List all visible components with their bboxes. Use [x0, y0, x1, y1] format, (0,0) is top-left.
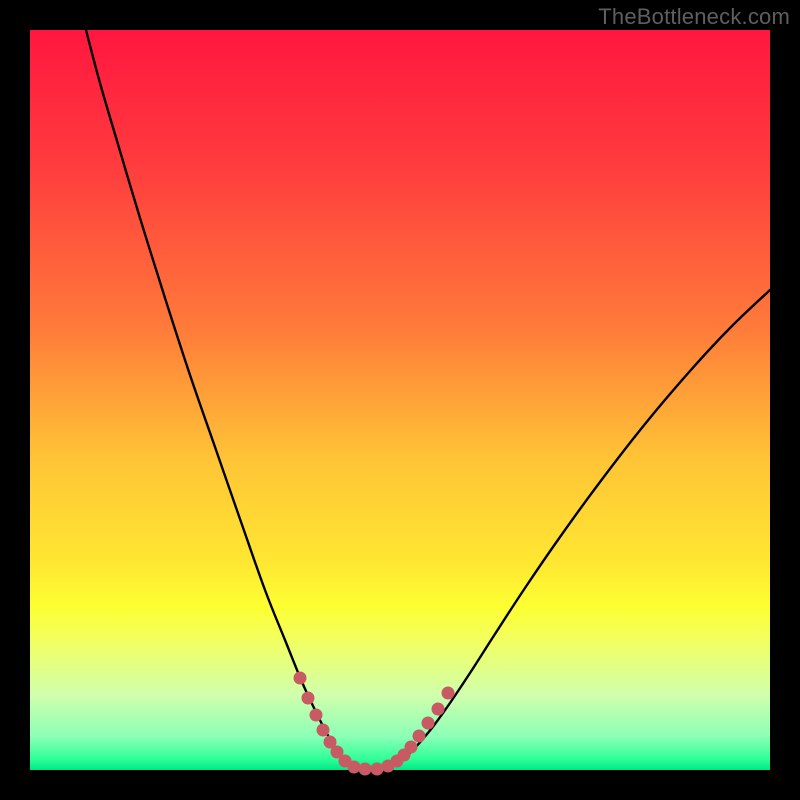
watermark-text: TheBottleneck.com [598, 4, 790, 30]
marker-dot [317, 724, 330, 737]
marker-dots [294, 672, 455, 776]
marker-dot [442, 687, 455, 700]
marker-dot [405, 741, 418, 754]
marker-dot [413, 730, 426, 743]
curve-layer [30, 30, 770, 770]
chart-frame: TheBottleneck.com [0, 0, 800, 800]
bottleneck-curve [86, 30, 770, 769]
marker-dot [432, 703, 445, 716]
marker-dot [371, 763, 384, 776]
marker-dot [422, 717, 435, 730]
marker-dot [310, 709, 323, 722]
marker-dot [348, 761, 361, 774]
marker-dot [294, 672, 307, 685]
plot-area [30, 30, 770, 770]
marker-dot [359, 763, 372, 776]
marker-dot [302, 692, 315, 705]
